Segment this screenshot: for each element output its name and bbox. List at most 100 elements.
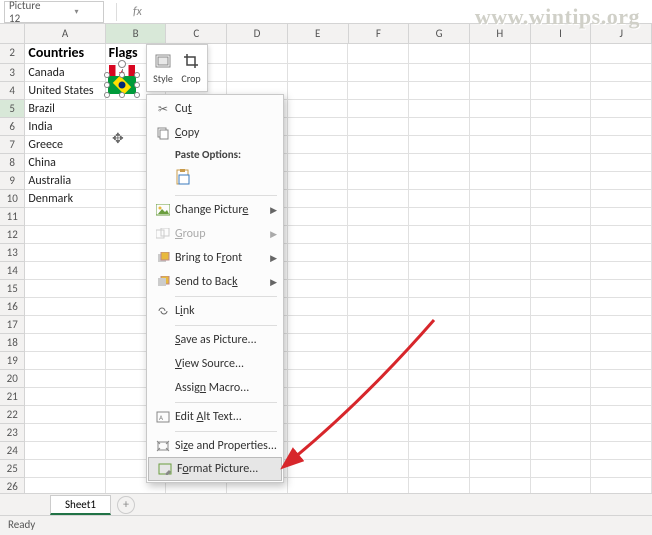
cell[interactable] bbox=[25, 460, 105, 478]
cell[interactable] bbox=[531, 190, 592, 208]
cell[interactable] bbox=[531, 172, 592, 190]
cell[interactable] bbox=[531, 424, 592, 442]
menu-edit-alt-text[interactable]: A Edit Alt Text... bbox=[147, 405, 283, 429]
cell[interactable] bbox=[348, 370, 409, 388]
row-header[interactable]: 9 bbox=[0, 172, 25, 190]
row-header[interactable]: 3 bbox=[0, 64, 25, 82]
cell[interactable] bbox=[591, 352, 652, 370]
cell[interactable] bbox=[348, 44, 409, 64]
cell[interactable] bbox=[531, 280, 592, 298]
cell[interactable] bbox=[470, 334, 531, 352]
cell[interactable] bbox=[348, 406, 409, 424]
row-header[interactable]: 11 bbox=[0, 208, 25, 226]
cell[interactable] bbox=[470, 118, 531, 136]
cell[interactable] bbox=[409, 154, 470, 172]
row-header[interactable]: 22 bbox=[0, 406, 25, 424]
cell[interactable]: Brazil bbox=[25, 100, 105, 118]
cell[interactable] bbox=[591, 460, 652, 478]
menu-size-properties[interactable]: Size and Properties... bbox=[147, 434, 283, 458]
cell[interactable] bbox=[288, 280, 349, 298]
cell[interactable] bbox=[531, 352, 592, 370]
cell[interactable] bbox=[409, 226, 470, 244]
cell[interactable] bbox=[531, 118, 592, 136]
cell[interactable] bbox=[288, 388, 349, 406]
cell[interactable] bbox=[531, 154, 592, 172]
cell[interactable] bbox=[470, 460, 531, 478]
cell[interactable] bbox=[531, 136, 592, 154]
cell[interactable] bbox=[348, 388, 409, 406]
cell[interactable] bbox=[288, 352, 349, 370]
cell[interactable] bbox=[348, 424, 409, 442]
cell[interactable] bbox=[409, 352, 470, 370]
cell[interactable] bbox=[591, 118, 652, 136]
cell[interactable] bbox=[348, 442, 409, 460]
resize-handle[interactable] bbox=[119, 92, 125, 98]
col-header[interactable]: C bbox=[166, 24, 227, 44]
cell[interactable] bbox=[25, 424, 105, 442]
row-header[interactable]: 5 bbox=[0, 100, 25, 118]
cell[interactable] bbox=[288, 442, 349, 460]
cell[interactable] bbox=[288, 244, 349, 262]
cell[interactable] bbox=[591, 406, 652, 424]
row-header[interactable]: 6 bbox=[0, 118, 25, 136]
cell[interactable] bbox=[348, 154, 409, 172]
cell[interactable] bbox=[531, 262, 592, 280]
cell[interactable] bbox=[591, 334, 652, 352]
crop-button[interactable]: Crop bbox=[178, 48, 204, 88]
cell[interactable] bbox=[409, 118, 470, 136]
cell[interactable] bbox=[409, 208, 470, 226]
cell[interactable] bbox=[470, 388, 531, 406]
menu-format-picture[interactable]: Format Picture... bbox=[148, 457, 282, 481]
cell[interactable] bbox=[288, 226, 349, 244]
row-header[interactable]: 25 bbox=[0, 460, 25, 478]
rotate-handle-icon[interactable] bbox=[118, 60, 126, 68]
cell[interactable] bbox=[591, 370, 652, 388]
select-all-corner[interactable] bbox=[0, 24, 25, 44]
cell[interactable] bbox=[25, 226, 105, 244]
cell[interactable] bbox=[591, 190, 652, 208]
cell[interactable] bbox=[409, 280, 470, 298]
resize-handle[interactable] bbox=[104, 72, 110, 78]
cell[interactable] bbox=[288, 82, 349, 100]
cell[interactable] bbox=[531, 316, 592, 334]
menu-copy[interactable]: Copy bbox=[147, 121, 283, 145]
cell[interactable] bbox=[348, 262, 409, 280]
resize-handle[interactable] bbox=[104, 82, 110, 88]
row-header[interactable]: 20 bbox=[0, 370, 25, 388]
resize-handle[interactable] bbox=[134, 82, 140, 88]
cell[interactable]: Australia bbox=[25, 172, 105, 190]
cell[interactable] bbox=[409, 424, 470, 442]
cell[interactable] bbox=[531, 44, 592, 64]
cell[interactable] bbox=[409, 100, 470, 118]
cell[interactable] bbox=[470, 100, 531, 118]
cell[interactable] bbox=[591, 424, 652, 442]
cell[interactable] bbox=[531, 208, 592, 226]
cell[interactable] bbox=[409, 262, 470, 280]
cell[interactable] bbox=[531, 460, 592, 478]
cell[interactable] bbox=[591, 280, 652, 298]
row-header[interactable]: 18 bbox=[0, 334, 25, 352]
cell[interactable] bbox=[288, 298, 349, 316]
cell[interactable] bbox=[348, 172, 409, 190]
col-header[interactable]: D bbox=[227, 24, 288, 44]
cell[interactable] bbox=[531, 82, 592, 100]
sheet-tab[interactable]: Sheet1 bbox=[50, 495, 111, 515]
col-header[interactable]: A bbox=[25, 24, 105, 44]
cell[interactable]: Countries bbox=[25, 44, 105, 64]
cell[interactable] bbox=[348, 100, 409, 118]
cell[interactable] bbox=[25, 352, 105, 370]
cell[interactable] bbox=[25, 208, 105, 226]
cell[interactable] bbox=[25, 298, 105, 316]
cell[interactable] bbox=[591, 208, 652, 226]
cell[interactable] bbox=[288, 370, 349, 388]
cell[interactable] bbox=[470, 352, 531, 370]
cell[interactable] bbox=[288, 64, 349, 82]
cell[interactable] bbox=[348, 208, 409, 226]
cell[interactable] bbox=[470, 172, 531, 190]
cell[interactable] bbox=[470, 82, 531, 100]
cell[interactable] bbox=[470, 280, 531, 298]
cell[interactable] bbox=[591, 64, 652, 82]
menu-cut[interactable]: ✂ Cut bbox=[147, 97, 283, 121]
row-header[interactable]: 7 bbox=[0, 136, 25, 154]
fx-icon[interactable]: fx bbox=[133, 5, 142, 19]
